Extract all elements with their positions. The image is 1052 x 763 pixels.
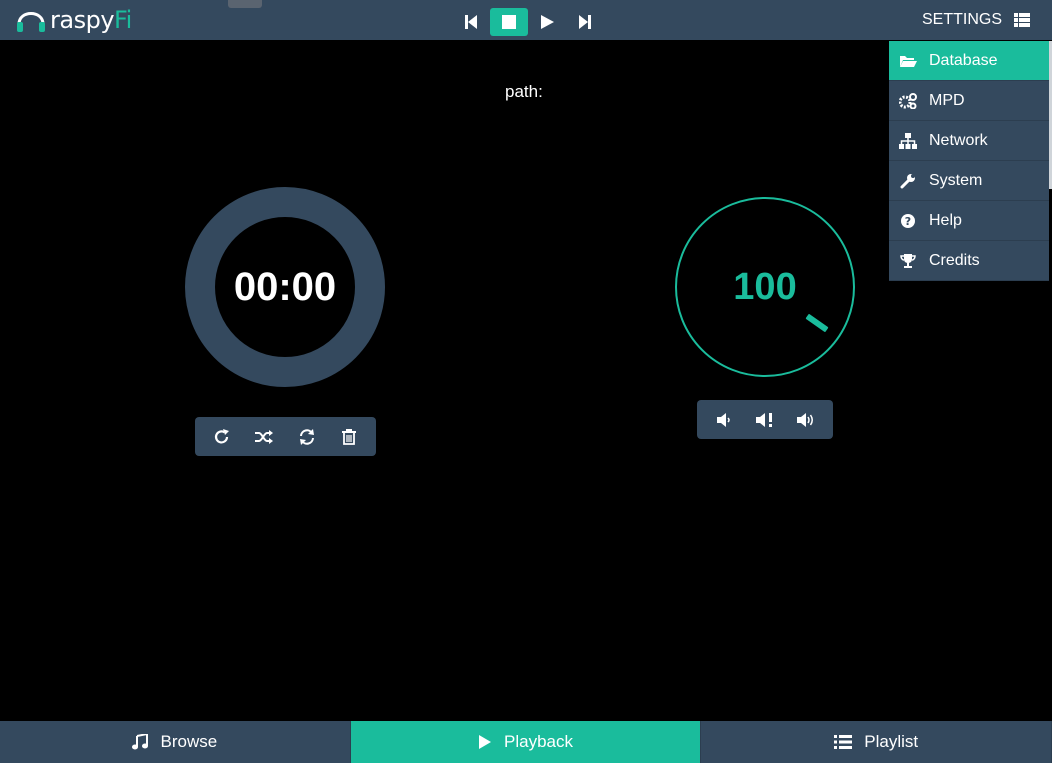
- elapsed-time: 00:00: [233, 264, 337, 309]
- tab-label: Playlist: [864, 732, 919, 751]
- volume-down-icon: [716, 412, 730, 427]
- step-forward-icon: [579, 15, 591, 29]
- usb-indicator: [228, 0, 262, 8]
- transport-controls: [452, 8, 604, 36]
- stop-button[interactable]: [490, 8, 528, 36]
- question-circle-icon: ?: [899, 212, 917, 230]
- menu-item-system[interactable]: System: [889, 161, 1049, 201]
- sitemap-icon: [899, 132, 917, 150]
- music-icon: [132, 734, 149, 750]
- volume-controls: [697, 400, 833, 439]
- trash-icon: [341, 428, 356, 445]
- menu-item-mpd[interactable]: MPD: [889, 81, 1049, 121]
- volume-knob[interactable]: 100: [675, 197, 855, 377]
- volume-value: 100: [733, 265, 797, 308]
- top-navbar: raspyFi SETTINGS: [0, 0, 1052, 40]
- wrench-icon: [899, 172, 917, 190]
- play-icon: [541, 15, 554, 29]
- previous-button[interactable]: [452, 8, 490, 36]
- th-list-icon: [1014, 13, 1030, 27]
- menu-item-label: Network: [929, 131, 988, 149]
- menu-item-help[interactable]: ? Help: [889, 201, 1049, 241]
- menu-item-network[interactable]: Network: [889, 121, 1049, 161]
- play-button[interactable]: [528, 8, 566, 36]
- list-icon: [834, 735, 853, 749]
- settings-label: SETTINGS: [921, 11, 1002, 28]
- refresh-icon: [299, 428, 314, 445]
- volume-down-button[interactable]: [709, 405, 739, 435]
- svg-text:?: ?: [905, 215, 911, 228]
- repeat-icon: [215, 428, 230, 443]
- repeat-button[interactable]: [207, 422, 237, 452]
- step-backward-icon: [465, 15, 477, 29]
- mute-button[interactable]: [750, 405, 780, 435]
- clear-playlist-button[interactable]: [334, 422, 364, 452]
- menu-item-credits[interactable]: Credits: [889, 241, 1049, 281]
- tab-playlist[interactable]: Playlist: [701, 721, 1052, 763]
- logo-text: raspyFi: [50, 6, 132, 34]
- tab-browse[interactable]: Browse: [0, 721, 351, 763]
- elapsed-time-knob[interactable]: 00:00: [185, 187, 385, 387]
- random-icon: [255, 429, 274, 444]
- trophy-icon: [899, 252, 917, 270]
- raspyfi-logo[interactable]: raspyFi: [14, 2, 132, 38]
- bottom-navbar: Browse Playback Playlist: [0, 721, 1052, 763]
- tab-playback[interactable]: Playback: [350, 721, 702, 763]
- headphones-icon: [17, 12, 45, 32]
- menu-item-label: Help: [929, 211, 962, 229]
- play-icon: [479, 735, 492, 749]
- menu-item-label: Database: [929, 51, 998, 69]
- settings-button[interactable]: SETTINGS: [922, 10, 1030, 30]
- path-label: path:: [505, 82, 543, 101]
- volume-off-icon: [755, 412, 772, 427]
- tab-label: Browse: [160, 732, 218, 751]
- tab-label: Playback: [504, 732, 573, 751]
- consume-button[interactable]: [292, 422, 322, 452]
- random-button[interactable]: [249, 422, 279, 452]
- menu-item-database[interactable]: Database: [889, 41, 1049, 81]
- menu-item-label: System: [929, 171, 983, 189]
- cogs-icon: [899, 92, 917, 110]
- playlist-controls: [195, 417, 376, 456]
- folder-open-icon: [899, 52, 917, 70]
- next-button[interactable]: [566, 8, 604, 36]
- menu-item-label: MPD: [929, 91, 965, 109]
- settings-dropdown: Database MPD Network System ? Help Credi…: [889, 41, 1049, 281]
- volume-up-button[interactable]: [791, 405, 821, 435]
- volume-up-icon: [797, 412, 814, 427]
- menu-item-label: Credits: [929, 251, 980, 269]
- stop-icon: [502, 15, 516, 29]
